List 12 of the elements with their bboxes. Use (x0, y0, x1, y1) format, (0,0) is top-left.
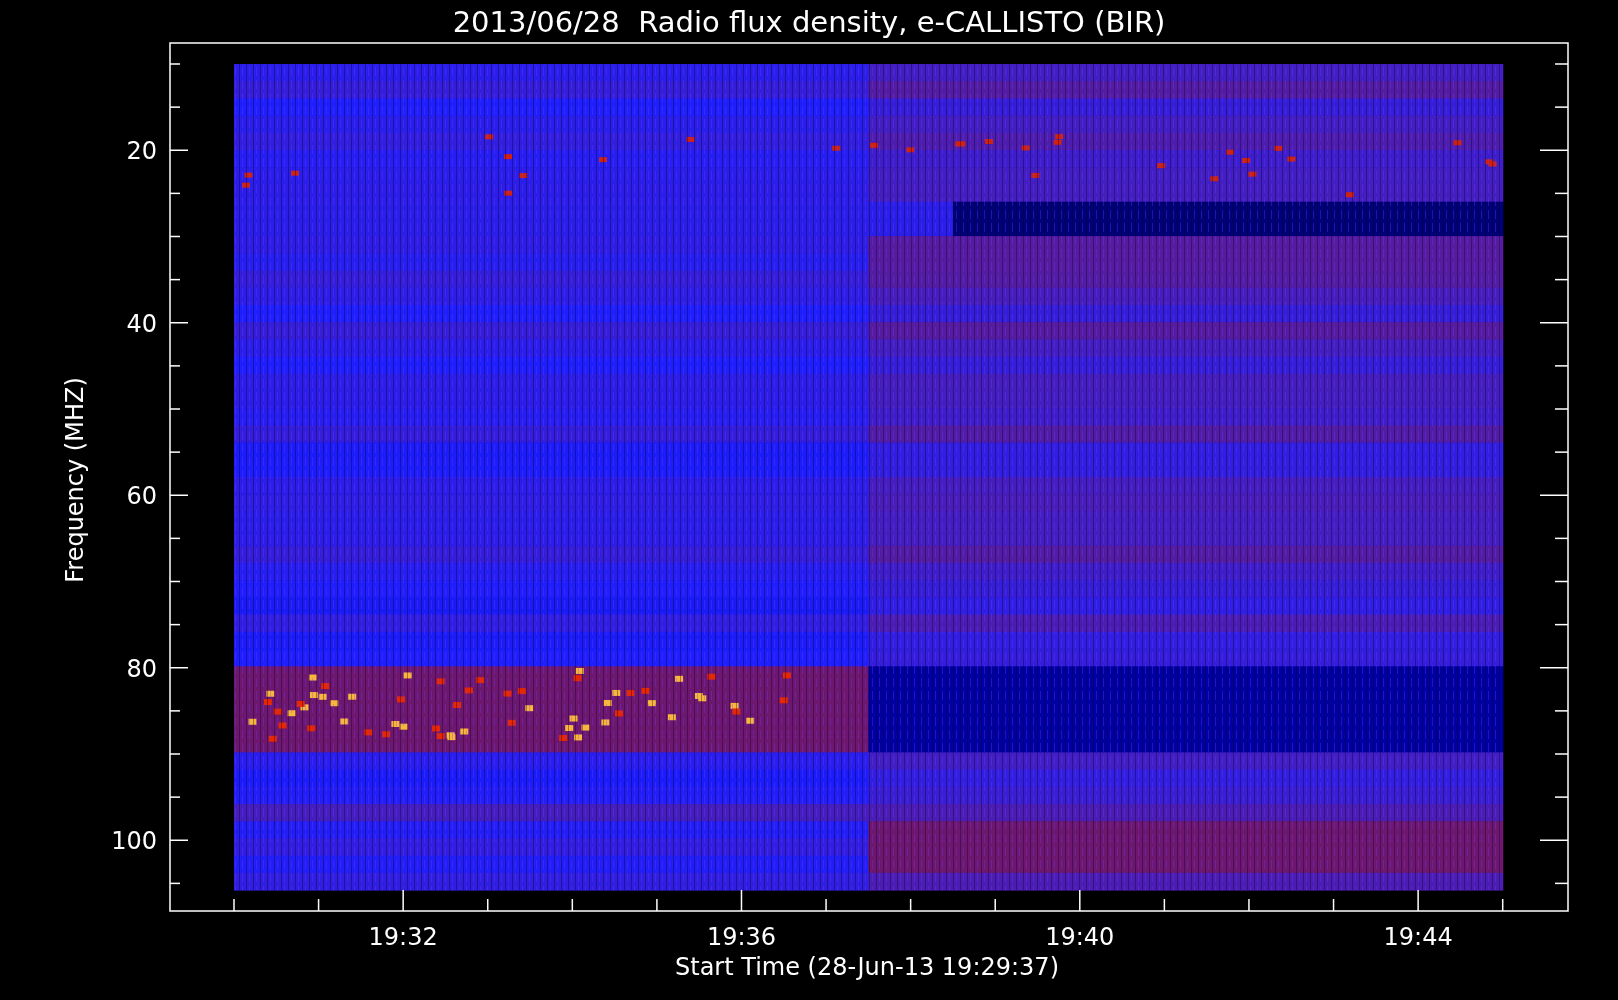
y-tick-label: 80 (126, 654, 157, 683)
x-tick-label: 19:40 (1045, 923, 1115, 951)
y-tick-label: 60 (126, 482, 157, 511)
y-tick-label: 100 (111, 827, 157, 856)
x-tick-label: 19:44 (1383, 923, 1453, 951)
x-tick-label: 19:36 (706, 923, 777, 951)
y-tick-label: 40 (126, 309, 157, 338)
y-tick-label: 20 (126, 137, 157, 166)
y-axis-label: Frequency (MHZ) (61, 377, 89, 583)
x-axis-label: Start Time (28-Jun-13 19:29:37) (675, 953, 1059, 981)
x-tick-label: 19:32 (368, 923, 438, 951)
chart-title: 2013/06/28 Radio flux density, e-CALLISTO (BIR) (452, 5, 1166, 39)
